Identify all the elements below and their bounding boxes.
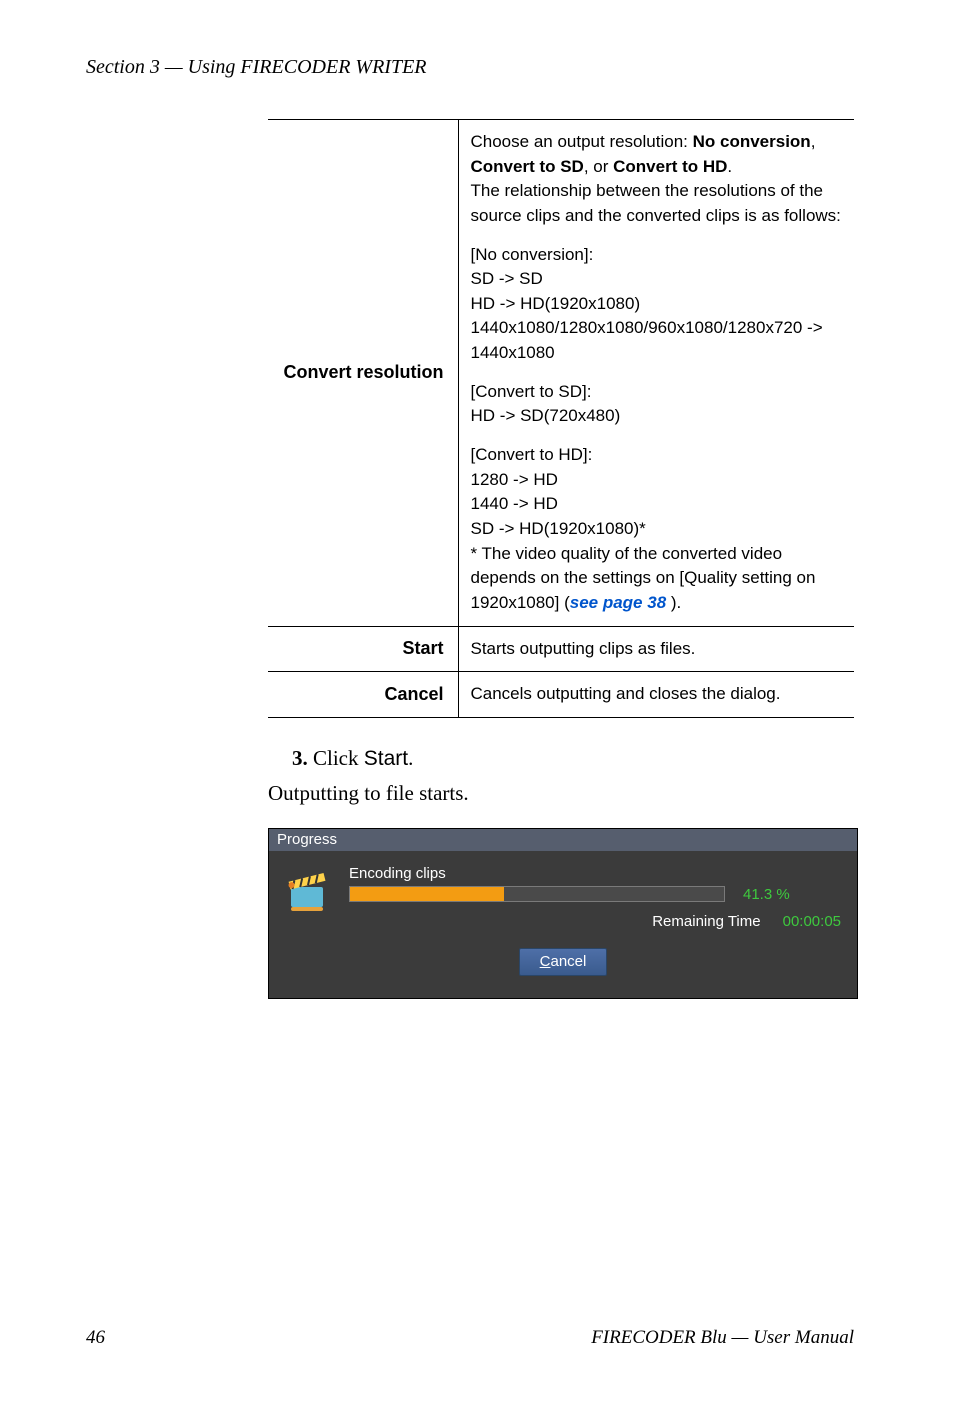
footer-right: FIRECODER Blu — User Manual [591,1327,854,1349]
dialog-footer: Cancel [269,938,857,998]
row-desc-cancel: Cancels outputting and closes the dialog… [458,672,854,718]
progress-bar [349,886,725,902]
outputting-text: Outputting to file starts. [268,781,854,806]
settings-table: Convert resolution Choose an output reso… [268,119,854,718]
progress-percent: 41.3 % [743,886,790,903]
progress-main: Encoding clips 41.3 % Remaining Time 00:… [349,865,841,930]
clapper-icon [285,867,331,913]
dialog-body: Encoding clips 41.3 % Remaining Time 00:… [269,851,857,938]
page-content: Convert resolution Choose an output reso… [0,79,954,999]
page-footer: 46 FIRECODER Blu — User Manual [86,1327,854,1349]
row-label-convert: Convert resolution [268,120,458,627]
page-number: 46 [86,1327,105,1349]
page-link[interactable]: see page 38 [570,593,666,612]
table-row: Cancel Cancels outputting and closes the… [268,672,854,718]
progress-dialog: Progress Encoding clips [268,828,858,999]
cancel-button[interactable]: Cancel [519,948,608,976]
dialog-title: Progress [269,829,857,851]
row-label-cancel: Cancel [268,672,458,718]
page-header: Section 3 — Using FIRECODER WRITER [0,56,954,79]
remaining-label: Remaining Time [652,913,760,930]
row-desc-start: Starts outputting clips as files. [458,626,854,672]
progress-bar-fill [350,887,504,901]
section-title: Section 3 — Using FIRECODER WRITER [86,56,427,78]
remaining-time: 00:00:05 [783,913,841,930]
table-row: Convert resolution Choose an output reso… [268,120,854,627]
row-label-start: Start [268,626,458,672]
row-desc-convert: Choose an output resolution: No conversi… [458,120,854,627]
encoding-label: Encoding clips [349,865,841,882]
step-3: 3. Click Start. [292,746,854,771]
table-row: Start Starts outputting clips as files. [268,626,854,672]
